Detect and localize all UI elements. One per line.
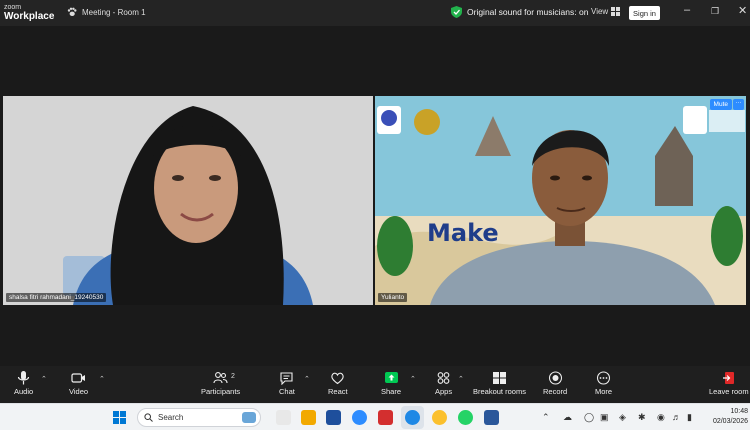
apps-options-chevron-icon[interactable]: ⌃ <box>458 375 464 383</box>
heart-icon <box>331 372 344 385</box>
video-options-chevron-icon[interactable]: ⌃ <box>99 375 105 383</box>
bluetooth-icon[interactable]: ✱ <box>638 412 646 423</box>
share-options-chevron-icon[interactable]: ⌃ <box>410 375 416 383</box>
chat-button[interactable]: Chat <box>279 371 295 396</box>
search-placeholder: Search <box>158 413 184 422</box>
chat-label: Chat <box>279 387 295 396</box>
breakout-label: Breakout rooms <box>473 387 526 396</box>
breakout-rooms-button[interactable]: Breakout rooms <box>473 371 526 396</box>
file-explorer-icon[interactable] <box>301 410 316 425</box>
react-label: React <box>328 387 348 396</box>
wifi-icon[interactable]: ◉ <box>657 412 665 423</box>
sound-label: Original sound for musicians: on <box>467 7 589 17</box>
react-button[interactable]: React <box>328 371 348 396</box>
apps-button[interactable]: Apps <box>435 371 452 396</box>
mute-participant-button[interactable]: Mute <box>709 99 732 110</box>
record-icon <box>548 371 562 385</box>
participants-label: Participants <box>201 387 241 396</box>
battery-icon[interactable]: ▮ <box>687 412 692 423</box>
participant-video-right: Make <box>375 96 746 305</box>
share-screen-icon <box>384 372 398 383</box>
participant-name-left: shalsa fitri rahmadani_19240530 <box>6 293 107 302</box>
audio-button[interactable]: Audio <box>14 371 33 396</box>
audio-options-chevron-icon[interactable]: ⌃ <box>41 375 47 383</box>
paw-icon <box>67 7 77 16</box>
participant-tile-right[interactable]: Make Mute ··· Yulianto <box>375 96 746 305</box>
apps-icon <box>437 372 450 384</box>
leave-room-button[interactable]: Leave room <box>709 371 749 396</box>
more-button[interactable]: More <box>595 371 612 396</box>
audio-label: Audio <box>14 387 34 396</box>
share-button[interactable]: Share <box>381 371 401 396</box>
chat-bubble-icon <box>280 372 293 385</box>
chrome-browser-icon[interactable] <box>432 410 447 425</box>
taskbar-clock[interactable]: 10:48 02/03/2026 <box>706 407 748 427</box>
banner-text: Make <box>427 219 499 247</box>
title-bar: zoom Workplace Meeting - Room 1 Original… <box>0 0 750 26</box>
camera-icon <box>71 373 86 383</box>
meeting-toolbar: Audio ⌃ Video ⌃ Participants 2 Chat ⌃ Re… <box>0 366 750 403</box>
clock-time: 10:48 <box>730 408 748 415</box>
restore-icon[interactable]: ❐ <box>711 6 719 17</box>
leave-icon <box>723 372 735 384</box>
video-stage: shalsa fitri rahmadani_19240530 Make Mut… <box>0 26 750 366</box>
whatsapp-icon[interactable] <box>458 410 473 425</box>
view-label: View <box>591 7 609 16</box>
apps-label: Apps <box>435 387 453 396</box>
windows-taskbar: Search ⌃ ☁ ◯ ▣ ◈ ✱ ◉ ♬ ▮ 10:48 02/03/202… <box>0 403 750 430</box>
video-label: Video <box>69 387 89 396</box>
brand-line2: Workplace <box>4 11 55 22</box>
meeting-info[interactable]: Meeting - Room 1 <box>67 7 146 17</box>
clock-date: 02/03/2026 <box>712 418 748 425</box>
participant-name-right: Yulianto <box>378 293 408 302</box>
camera-privacy-icon[interactable]: ▣ <box>600 412 609 423</box>
more-label: More <box>595 387 613 396</box>
store-icon[interactable] <box>326 410 341 425</box>
more-dots-icon <box>596 371 611 385</box>
participant-tile-left[interactable]: shalsa fitri rahmadani_19240530 <box>3 96 373 305</box>
zoom-app-icon[interactable] <box>352 410 367 425</box>
view-button[interactable]: View <box>591 7 621 16</box>
audio-device-icon[interactable]: ◈ <box>619 412 626 423</box>
security-icon[interactable]: ◯ <box>584 412 594 423</box>
close-icon[interactable]: ✕ <box>738 4 747 17</box>
sign-in-button[interactable]: Sign in <box>629 6 660 20</box>
video-button[interactable]: Video <box>69 371 88 396</box>
volume-icon[interactable]: ♬ <box>672 412 681 422</box>
chat-options-chevron-icon[interactable]: ⌃ <box>304 375 310 383</box>
task-view-icon[interactable] <box>276 410 291 425</box>
onedrive-icon[interactable]: ☁ <box>563 412 572 423</box>
meeting-title: Meeting - Room 1 <box>82 7 146 17</box>
people-icon <box>213 372 228 384</box>
participant-more-button[interactable]: ··· <box>733 99 744 110</box>
participants-count: 2 <box>231 373 235 380</box>
share-label: Share <box>381 387 402 396</box>
original-sound-indicator[interactable]: Original sound for musicians: on <box>451 6 588 18</box>
leave-label: Leave room <box>709 387 749 396</box>
edge-browser-icon[interactable] <box>405 410 420 425</box>
minimize-icon[interactable]: – <box>684 4 690 16</box>
tray-chevron-icon[interactable]: ⌃ <box>542 412 550 423</box>
shield-check-icon <box>451 6 462 18</box>
microphone-icon <box>17 371 30 385</box>
wps-office-icon[interactable] <box>378 410 393 425</box>
zoom-logo: zoom Workplace <box>4 3 55 22</box>
record-label: Record <box>543 387 568 396</box>
breakout-grid-icon <box>492 372 506 384</box>
search-icon <box>144 413 153 422</box>
record-button[interactable]: Record <box>543 371 567 396</box>
windows-start-icon[interactable] <box>113 411 126 424</box>
grid-view-icon <box>611 7 621 16</box>
widget-thumbnail-icon[interactable] <box>242 412 256 423</box>
word-icon[interactable] <box>484 410 499 425</box>
participant-video-left <box>3 96 373 305</box>
